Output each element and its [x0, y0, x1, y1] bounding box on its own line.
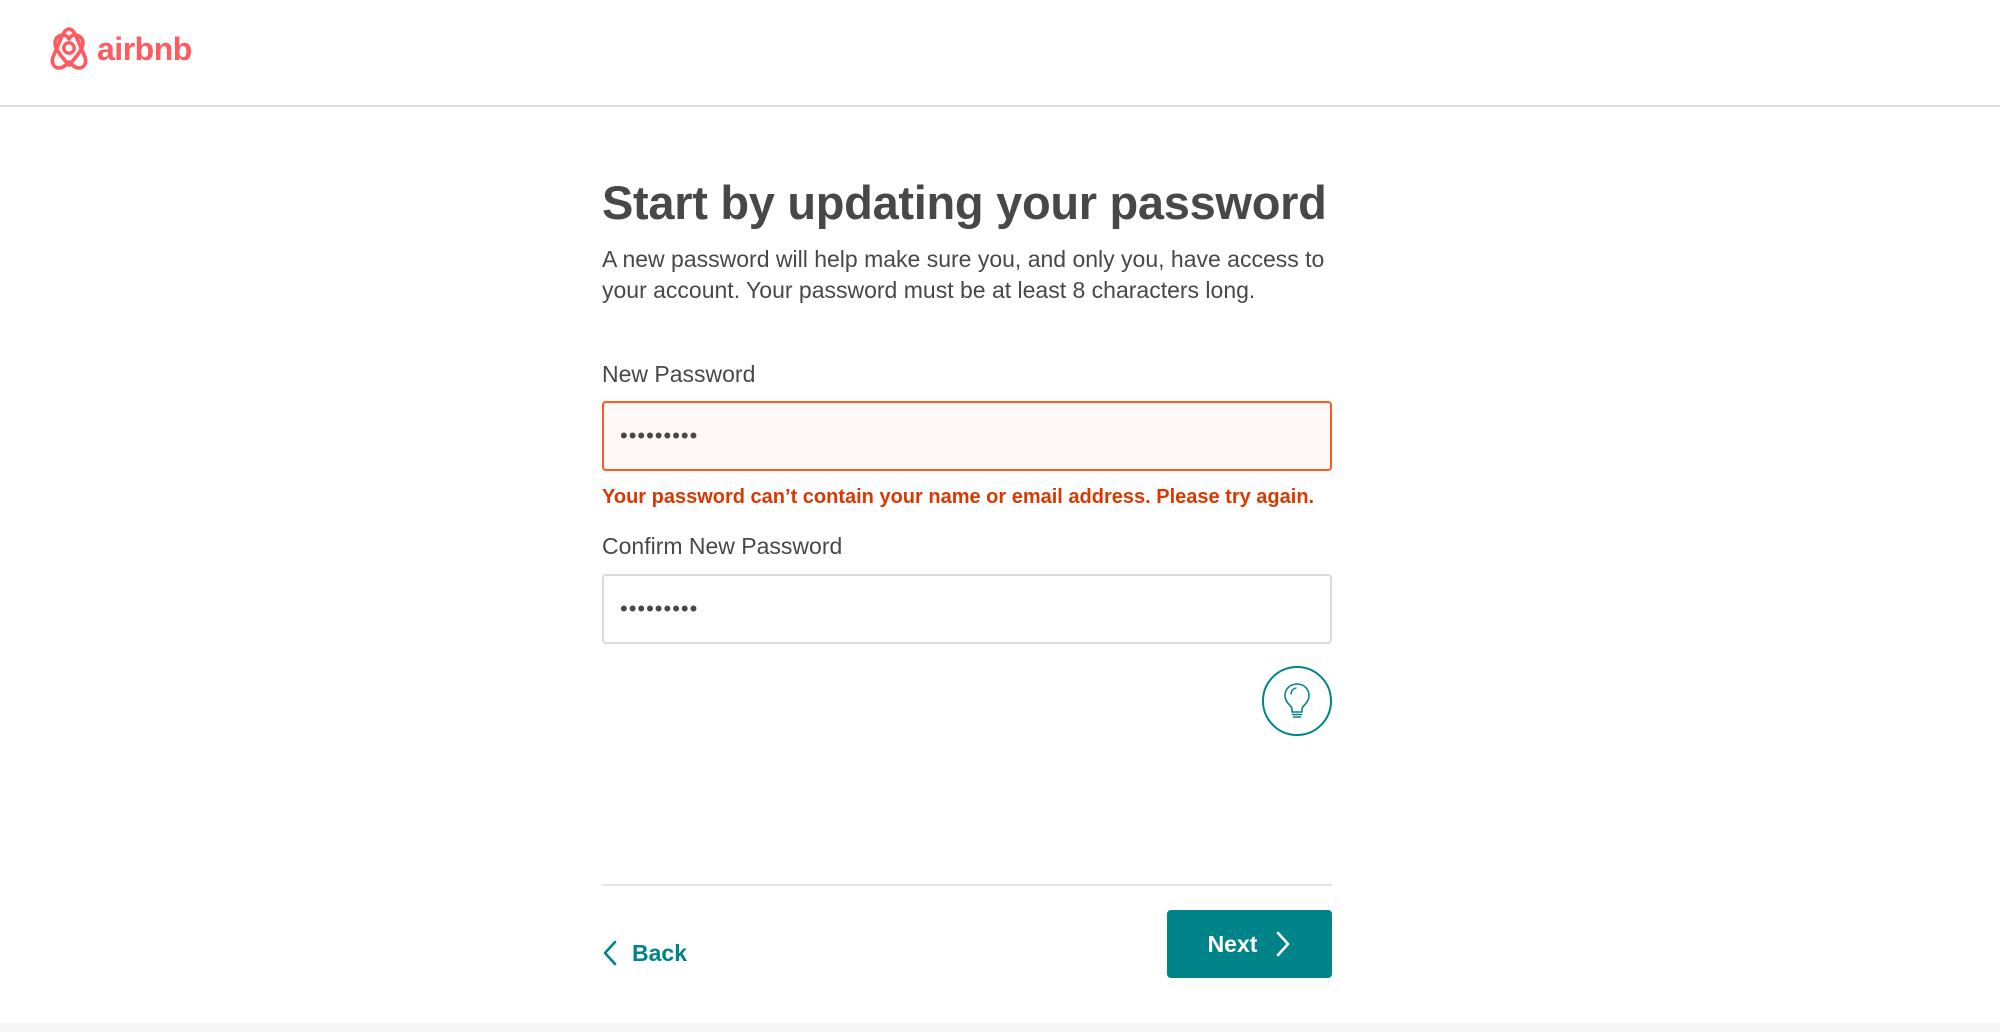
page-title: Start by updating your password [602, 176, 1327, 229]
update-password-form: Start by updating your password A new pa… [602, 170, 1332, 978]
page-bottom-edge [0, 1022, 2000, 1032]
lightbulb-icon [1284, 683, 1310, 718]
new-password-input[interactable]: ••••••••• [602, 401, 1332, 471]
airbnb-logo[interactable]: airbnb [47, 26, 192, 72]
back-button-label: Back [632, 939, 687, 966]
password-tips-button[interactable] [1262, 666, 1332, 736]
chevron-left-icon [603, 940, 617, 966]
confirm-password-input[interactable]: ••••••••• [602, 574, 1332, 644]
footer-divider [602, 884, 1332, 886]
chevron-right-icon [1277, 931, 1290, 957]
next-button[interactable]: Next [1167, 910, 1332, 978]
airbnb-logo-icon [50, 27, 88, 70]
new-password-label: New Password [602, 361, 756, 387]
next-button-label: Next [1207, 930, 1258, 957]
top-bar: airbnb [0, 0, 2000, 107]
new-password-error: Your password can’t contain your name or… [602, 486, 1315, 508]
back-button[interactable]: Back [602, 928, 687, 978]
logo-wordmark: airbnb [97, 31, 192, 67]
confirm-password-label: Confirm New Password [602, 533, 843, 559]
page-subtitle: A new password will help make sure you, … [602, 246, 1325, 303]
